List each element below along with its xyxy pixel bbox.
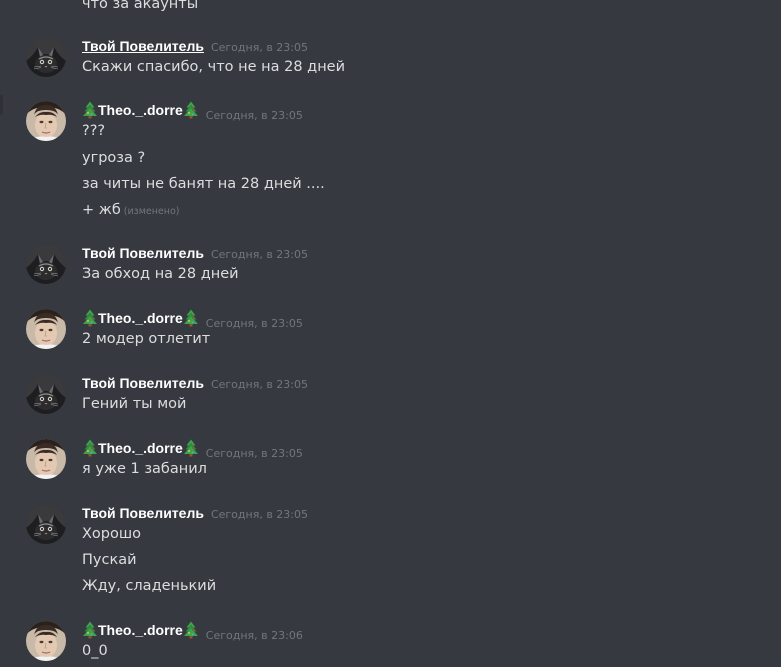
timestamp[interactable]: Сегодня, в 23:05: [211, 38, 308, 58]
message-text: за читы не банят на 28 дней ....: [82, 176, 325, 192]
cat-avatar-icon: [26, 37, 66, 77]
username-text: Theo._.dorre: [98, 622, 183, 638]
timestamp[interactable]: Сегодня, в 23:05: [211, 375, 308, 395]
avatar[interactable]: [26, 37, 66, 77]
message-text: 0_0: [82, 643, 108, 659]
avatar[interactable]: [26, 101, 66, 141]
username[interactable]: Твой Повелитель: [82, 503, 204, 523]
face-avatar-icon: [26, 439, 66, 479]
message-text: угроза ?: [82, 150, 146, 166]
chat-messages: что за акаунты Твой Повелитель Сегодня, …: [0, 0, 781, 667]
christmas-tree-icon: [82, 309, 98, 327]
cat-avatar-icon: [26, 504, 66, 544]
christmas-tree-icon: [183, 439, 199, 457]
message-header: Твой Повелитель Сегодня, в 23:05: [82, 243, 308, 263]
avatar[interactable]: [26, 621, 66, 661]
username-text: Theo._.dorre: [98, 102, 183, 118]
christmas-tree-icon: [183, 621, 199, 639]
message-text: я уже 1 забанил: [82, 461, 207, 477]
message-header: Твой Повелитель Сегодня, в 23:05: [82, 373, 308, 393]
message-text: Жду, сладенький: [82, 578, 217, 594]
username-text: Theo._.dorre: [98, 310, 183, 326]
username[interactable]: Твой Повелитель: [82, 243, 204, 263]
christmas-tree-icon: [183, 101, 199, 119]
edited-label: (изменено): [123, 206, 180, 217]
message-text: Хорошо: [82, 526, 142, 542]
username[interactable]: Твой Повелитель: [82, 373, 204, 393]
christmas-tree-icon: [183, 309, 199, 327]
message-header: Theo._.dorre Сегодня, в 23:05: [82, 308, 303, 330]
face-avatar-icon: [26, 309, 66, 349]
avatar[interactable]: [26, 374, 66, 414]
message-text: Скажи спасибо, что не на 28 дней: [82, 59, 346, 75]
face-avatar-icon: [26, 621, 66, 661]
timestamp[interactable]: Сегодня, в 23:06: [206, 626, 303, 646]
username[interactable]: Theo._.dorre: [82, 308, 199, 328]
username[interactable]: Твой Повелитель: [82, 36, 204, 56]
username[interactable]: Theo._.dorre: [82, 620, 199, 640]
timestamp[interactable]: Сегодня, в 23:05: [206, 314, 303, 334]
cat-avatar-icon: [26, 244, 66, 284]
christmas-tree-icon: [82, 101, 98, 119]
avatar[interactable]: [26, 244, 66, 284]
message-text-content: + жб: [82, 202, 121, 218]
timestamp[interactable]: Сегодня, в 23:05: [206, 106, 303, 126]
face-avatar-icon: [26, 101, 66, 141]
timestamp[interactable]: Сегодня, в 23:05: [211, 505, 308, 525]
message-text: Гений ты мой: [82, 396, 187, 412]
message-text: + жб (изменено): [82, 200, 180, 222]
scrollbar-edge[interactable]: [0, 95, 3, 115]
username[interactable]: Theo._.dorre: [82, 100, 199, 120]
timestamp[interactable]: Сегодня, в 23:05: [211, 245, 308, 265]
message-header: Theo._.dorre Сегодня, в 23:05: [82, 100, 303, 122]
christmas-tree-icon: [82, 621, 98, 639]
cat-avatar-icon: [26, 374, 66, 414]
message-text: Пускай: [82, 552, 137, 568]
username[interactable]: Theo._.dorre: [82, 438, 199, 458]
message-header: Твой Повелитель Сегодня, в 23:05: [82, 503, 308, 523]
avatar[interactable]: [26, 309, 66, 349]
message-text: ???: [82, 123, 106, 139]
message-text: За обход на 28 дней: [82, 266, 239, 282]
timestamp[interactable]: Сегодня, в 23:05: [206, 444, 303, 464]
avatar[interactable]: [26, 504, 66, 544]
message-header: Theo._.dorre Сегодня, в 23:06: [82, 620, 303, 642]
avatar[interactable]: [26, 439, 66, 479]
message-header: Твой Повелитель Сегодня, в 23:05: [82, 36, 308, 56]
christmas-tree-icon: [82, 439, 98, 457]
message-text: 2 модер отлетит: [82, 331, 211, 347]
message-header: Theo._.dorre Сегодня, в 23:05: [82, 438, 303, 460]
username-text: Theo._.dorre: [98, 440, 183, 456]
message-text: что за акаунты: [82, 0, 199, 12]
